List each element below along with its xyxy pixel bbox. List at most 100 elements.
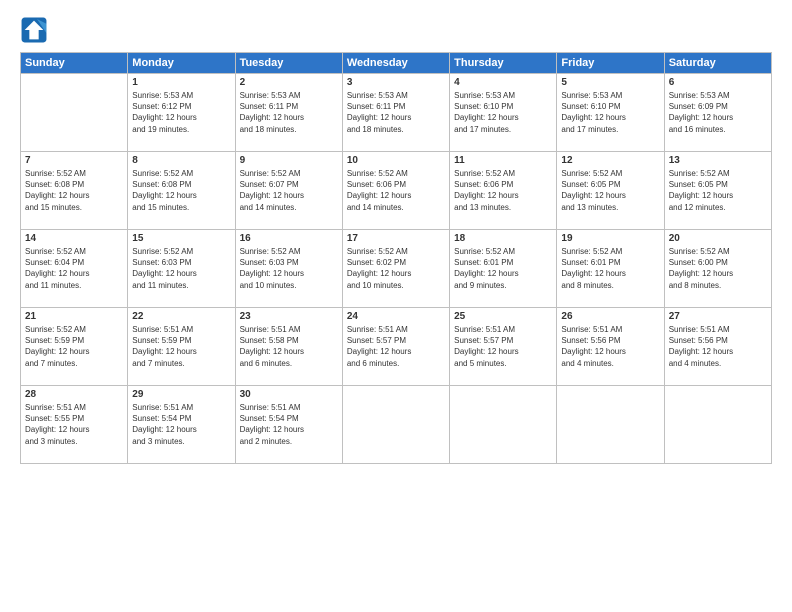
day-header-sunday: Sunday — [21, 53, 128, 74]
calendar-cell: 17 Sunrise: 5:52 AM Sunset: 6:02 PM Dayli… — [342, 230, 449, 308]
day-info: Sunrise: 5:51 AM Sunset: 5:56 PM Dayligh… — [669, 324, 767, 369]
calendar-cell: 9 Sunrise: 5:52 AM Sunset: 6:07 PM Daylig… — [235, 152, 342, 230]
calendar-cell: 15 Sunrise: 5:52 AM Sunset: 6:03 PM Dayli… — [128, 230, 235, 308]
calendar-cell: 28 Sunrise: 5:51 AM Sunset: 5:55 PM Dayli… — [21, 386, 128, 464]
calendar-cell: 5 Sunrise: 5:53 AM Sunset: 6:10 PM Daylig… — [557, 74, 664, 152]
day-number: 19 — [561, 233, 659, 244]
day-header-tuesday: Tuesday — [235, 53, 342, 74]
day-info: Sunrise: 5:52 AM Sunset: 6:00 PM Dayligh… — [669, 246, 767, 291]
day-info: Sunrise: 5:51 AM Sunset: 5:59 PM Dayligh… — [132, 324, 230, 369]
day-number: 3 — [347, 77, 445, 88]
day-number: 14 — [25, 233, 123, 244]
day-info: Sunrise: 5:52 AM Sunset: 6:03 PM Dayligh… — [240, 246, 338, 291]
day-info: Sunrise: 5:51 AM Sunset: 5:56 PM Dayligh… — [561, 324, 659, 369]
day-number: 23 — [240, 311, 338, 322]
day-number: 18 — [454, 233, 552, 244]
calendar-cell: 11 Sunrise: 5:52 AM Sunset: 6:06 PM Dayli… — [450, 152, 557, 230]
day-number: 20 — [669, 233, 767, 244]
day-number: 26 — [561, 311, 659, 322]
calendar-cell — [21, 74, 128, 152]
day-info: Sunrise: 5:53 AM Sunset: 6:10 PM Dayligh… — [561, 90, 659, 135]
calendar-cell: 23Sunrise: 5:51 AM Sunset: 5:58 PM Dayli… — [235, 308, 342, 386]
day-number: 5 — [561, 77, 659, 88]
day-info: Sunrise: 5:53 AM Sunset: 6:11 PM Dayligh… — [347, 90, 445, 135]
day-number: 9 — [240, 155, 338, 166]
calendar-cell: 20 Sunrise: 5:52 AM Sunset: 6:00 PM Dayli… — [664, 230, 771, 308]
day-header-monday: Monday — [128, 53, 235, 74]
day-info: Sunrise: 5:52 AM Sunset: 6:04 PM Dayligh… — [25, 246, 123, 291]
week-row-2: 7Sunrise: 5:52 AM Sunset: 6:08 PM Daylig… — [21, 152, 772, 230]
calendar-cell: 2 Sunrise: 5:53 AM Sunset: 6:11 PM Daylig… — [235, 74, 342, 152]
day-number: 28 — [25, 389, 123, 400]
day-info: Sunrise: 5:51 AM Sunset: 5:57 PM Dayligh… — [347, 324, 445, 369]
logo-icon — [20, 16, 48, 44]
day-header-friday: Friday — [557, 53, 664, 74]
day-info: Sunrise: 5:52 AM Sunset: 6:06 PM Dayligh… — [347, 168, 445, 213]
calendar-cell: 8Sunrise: 5:52 AM Sunset: 6:08 PM Daylig… — [128, 152, 235, 230]
day-number: 17 — [347, 233, 445, 244]
calendar-cell: 14 Sunrise: 5:52 AM Sunset: 6:04 PM Dayli… — [21, 230, 128, 308]
day-number: 4 — [454, 77, 552, 88]
day-info: Sunrise: 5:53 AM Sunset: 6:10 PM Dayligh… — [454, 90, 552, 135]
calendar-cell: 4 Sunrise: 5:53 AM Sunset: 6:10 PM Daylig… — [450, 74, 557, 152]
calendar-cell — [664, 386, 771, 464]
day-info: Sunrise: 5:52 AM Sunset: 5:59 PM Dayligh… — [25, 324, 123, 369]
day-info: Sunrise: 5:53 AM Sunset: 6:09 PM Dayligh… — [669, 90, 767, 135]
day-info: Sunrise: 5:52 AM Sunset: 6:01 PM Dayligh… — [561, 246, 659, 291]
day-number: 8 — [132, 155, 230, 166]
week-row-3: 14 Sunrise: 5:52 AM Sunset: 6:04 PM Dayli… — [21, 230, 772, 308]
calendar-cell: 16 Sunrise: 5:52 AM Sunset: 6:03 PM Dayli… — [235, 230, 342, 308]
page: SundayMondayTuesdayWednesdayThursdayFrid… — [0, 0, 792, 612]
header-row: SundayMondayTuesdayWednesdayThursdayFrid… — [21, 53, 772, 74]
day-number: 22 — [132, 311, 230, 322]
calendar-cell: 6 Sunrise: 5:53 AM Sunset: 6:09 PM Daylig… — [664, 74, 771, 152]
day-info: Sunrise: 5:52 AM Sunset: 6:08 PM Dayligh… — [25, 168, 123, 213]
day-info: Sunrise: 5:52 AM Sunset: 6:05 PM Dayligh… — [561, 168, 659, 213]
day-info: Sunrise: 5:52 AM Sunset: 6:01 PM Dayligh… — [454, 246, 552, 291]
day-number: 29 — [132, 389, 230, 400]
day-info: Sunrise: 5:52 AM Sunset: 6:07 PM Dayligh… — [240, 168, 338, 213]
calendar-cell: 12 Sunrise: 5:52 AM Sunset: 6:05 PM Dayli… — [557, 152, 664, 230]
day-info: Sunrise: 5:52 AM Sunset: 6:06 PM Dayligh… — [454, 168, 552, 213]
day-info: Sunrise: 5:53 AM Sunset: 6:12 PM Dayligh… — [132, 90, 230, 135]
day-info: Sunrise: 5:53 AM Sunset: 6:11 PM Dayligh… — [240, 90, 338, 135]
calendar-cell: 10Sunrise: 5:52 AM Sunset: 6:06 PM Dayli… — [342, 152, 449, 230]
day-info: Sunrise: 5:52 AM Sunset: 6:02 PM Dayligh… — [347, 246, 445, 291]
calendar-cell: 13 Sunrise: 5:52 AM Sunset: 6:05 PM Dayli… — [664, 152, 771, 230]
day-number: 11 — [454, 155, 552, 166]
day-number: 24 — [347, 311, 445, 322]
day-number: 6 — [669, 77, 767, 88]
day-info: Sunrise: 5:51 AM Sunset: 5:54 PM Dayligh… — [132, 402, 230, 447]
calendar-cell: 27 Sunrise: 5:51 AM Sunset: 5:56 PM Dayli… — [664, 308, 771, 386]
day-number: 30 — [240, 389, 338, 400]
calendar-cell — [557, 386, 664, 464]
week-row-5: 28 Sunrise: 5:51 AM Sunset: 5:55 PM Dayli… — [21, 386, 772, 464]
calendar-table: SundayMondayTuesdayWednesdayThursdayFrid… — [20, 52, 772, 464]
day-info: Sunrise: 5:51 AM Sunset: 5:57 PM Dayligh… — [454, 324, 552, 369]
calendar-cell: 30 Sunrise: 5:51 AM Sunset: 5:54 PM Dayli… — [235, 386, 342, 464]
calendar-cell — [450, 386, 557, 464]
day-number: 27 — [669, 311, 767, 322]
calendar-cell: 18 Sunrise: 5:52 AM Sunset: 6:01 PM Dayli… — [450, 230, 557, 308]
calendar-cell: 24 Sunrise: 5:51 AM Sunset: 5:57 PM Dayli… — [342, 308, 449, 386]
day-number: 2 — [240, 77, 338, 88]
day-number: 12 — [561, 155, 659, 166]
day-number: 1 — [132, 77, 230, 88]
day-info: Sunrise: 5:51 AM Sunset: 5:55 PM Dayligh… — [25, 402, 123, 447]
calendar-cell: 26 Sunrise: 5:51 AM Sunset: 5:56 PM Dayli… — [557, 308, 664, 386]
day-number: 16 — [240, 233, 338, 244]
calendar-cell: 19 Sunrise: 5:52 AM Sunset: 6:01 PM Dayli… — [557, 230, 664, 308]
day-info: Sunrise: 5:51 AM Sunset: 5:54 PM Dayligh… — [240, 402, 338, 447]
week-row-1: 1 Sunrise: 5:53 AM Sunset: 6:12 PM Daylig… — [21, 74, 772, 152]
week-row-4: 21Sunrise: 5:52 AM Sunset: 5:59 PM Dayli… — [21, 308, 772, 386]
day-info: Sunrise: 5:52 AM Sunset: 6:05 PM Dayligh… — [669, 168, 767, 213]
day-info: Sunrise: 5:52 AM Sunset: 6:03 PM Dayligh… — [132, 246, 230, 291]
day-header-saturday: Saturday — [664, 53, 771, 74]
calendar-cell: 22 Sunrise: 5:51 AM Sunset: 5:59 PM Dayli… — [128, 308, 235, 386]
day-number: 25 — [454, 311, 552, 322]
logo — [20, 16, 52, 44]
day-number: 15 — [132, 233, 230, 244]
calendar-cell: 25 Sunrise: 5:51 AM Sunset: 5:57 PM Dayli… — [450, 308, 557, 386]
day-header-thursday: Thursday — [450, 53, 557, 74]
day-number: 13 — [669, 155, 767, 166]
